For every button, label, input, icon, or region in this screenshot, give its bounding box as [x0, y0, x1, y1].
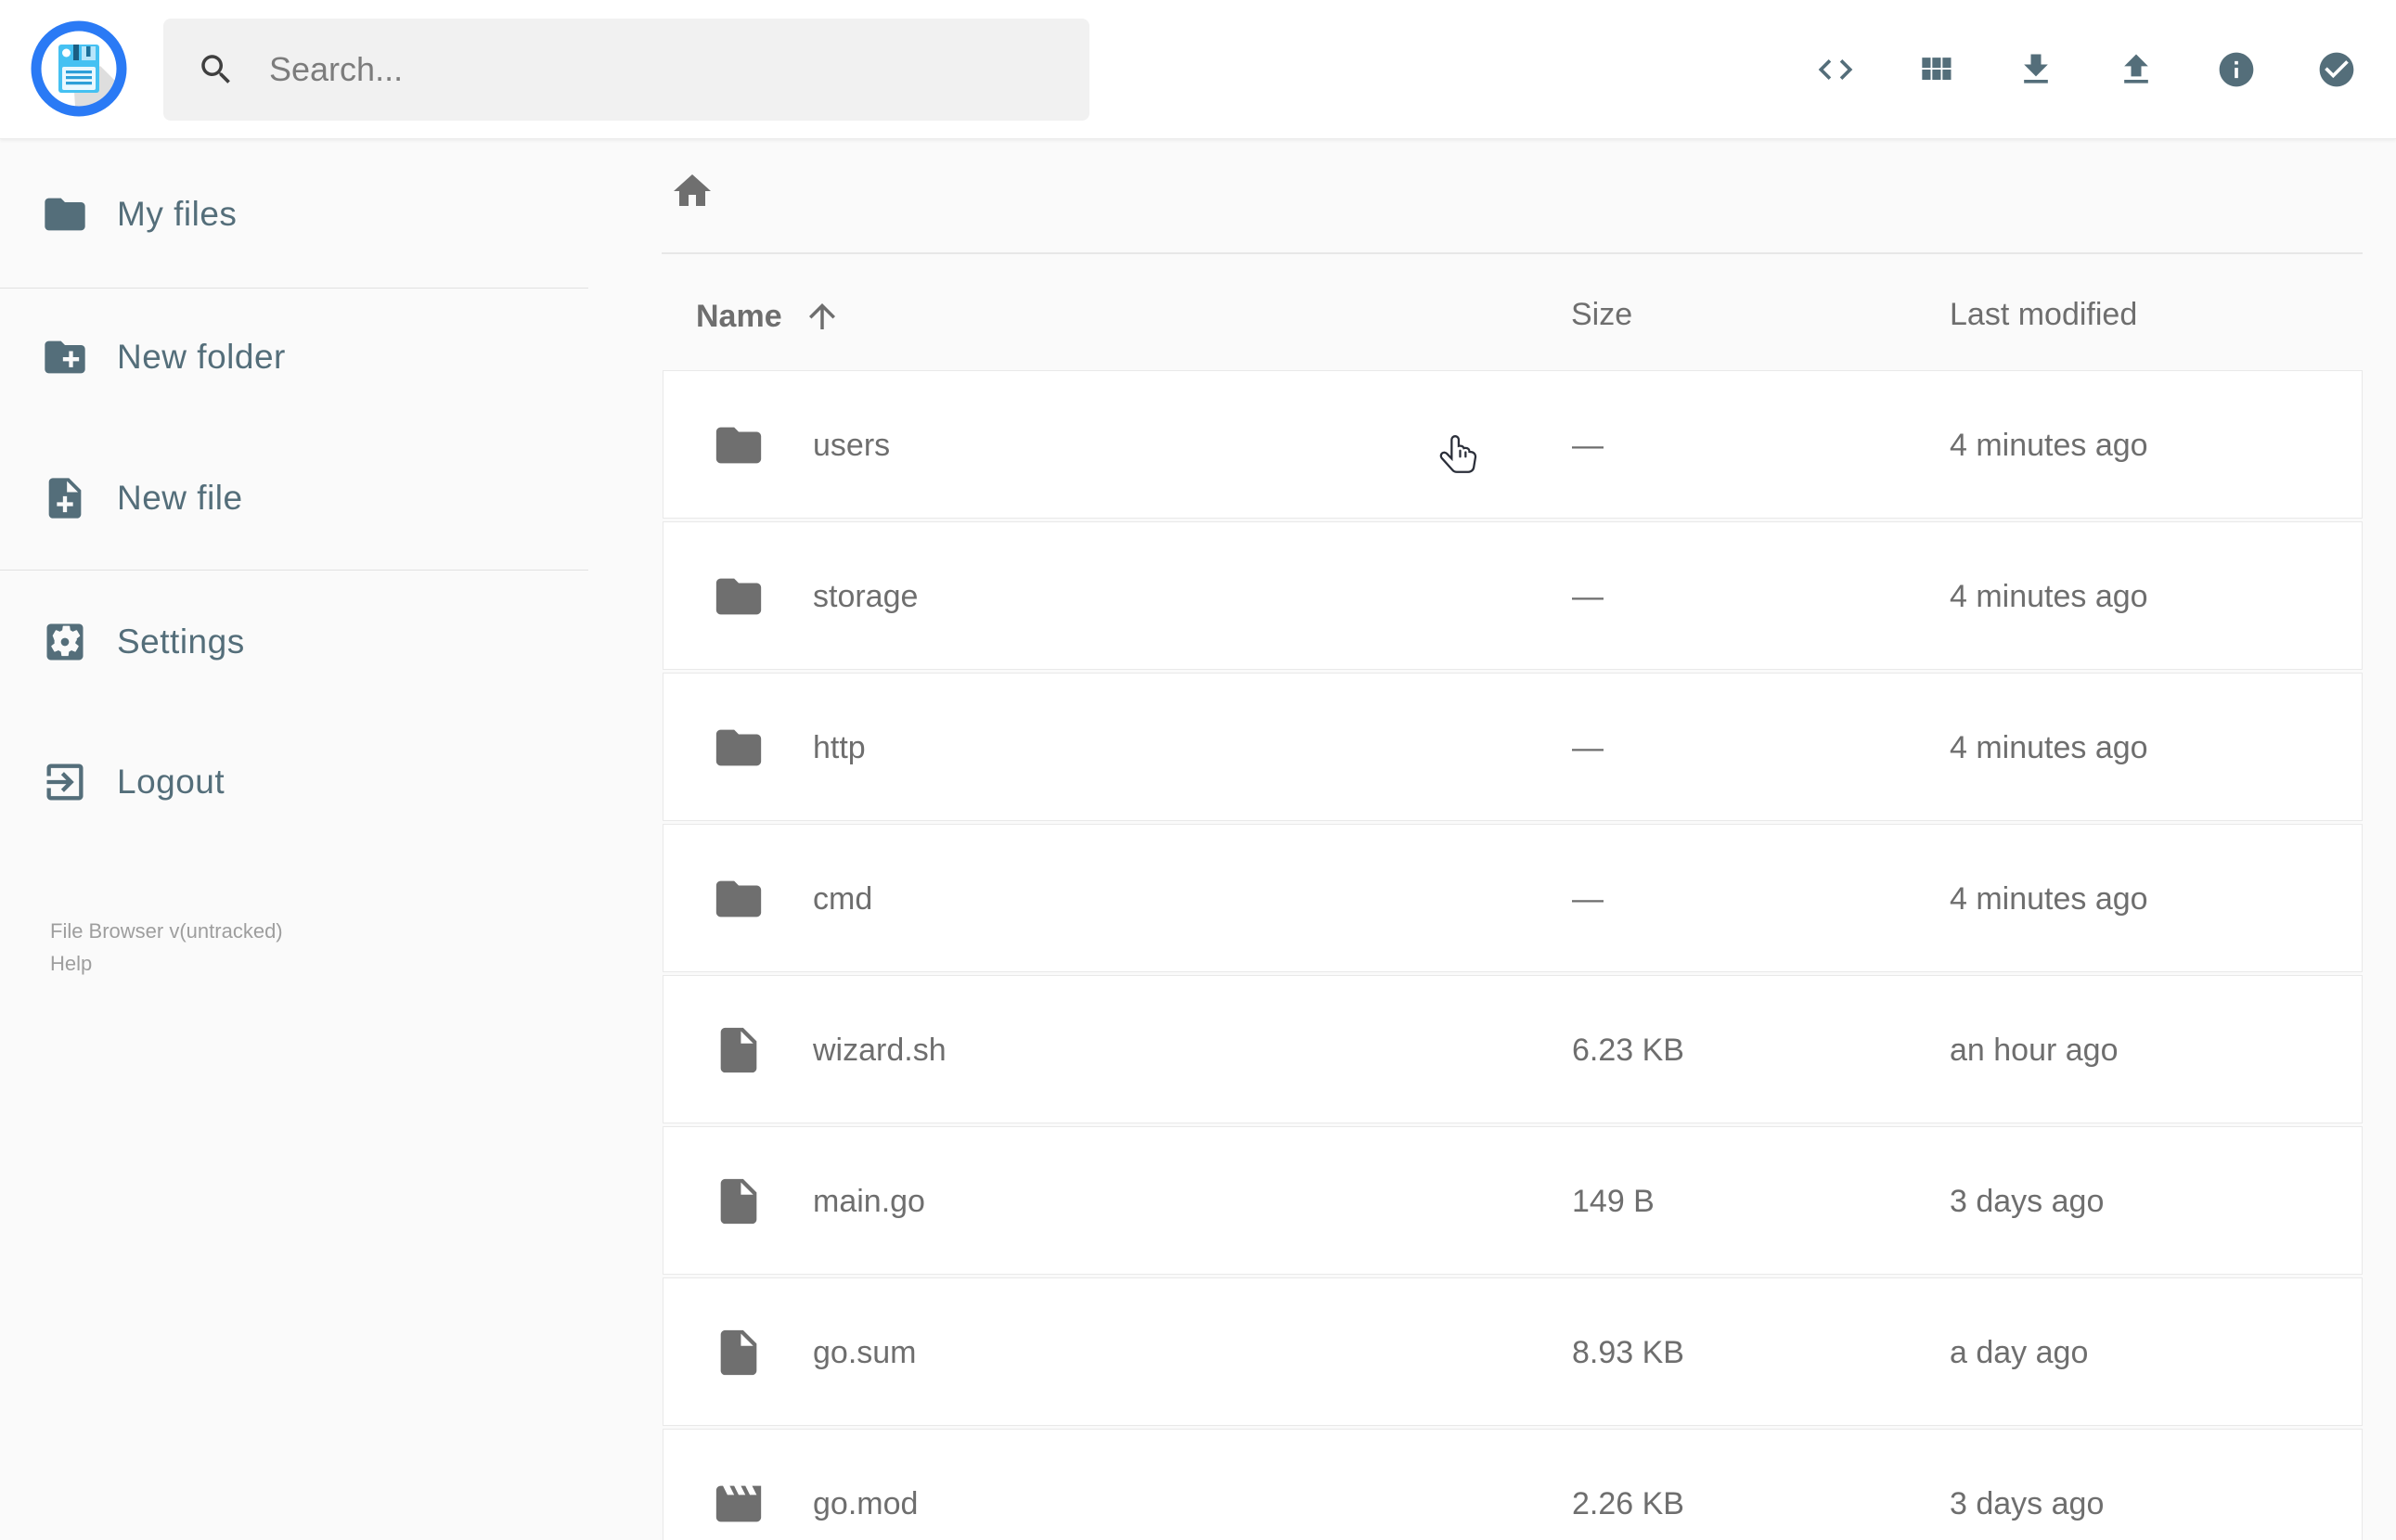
list-item-folder[interactable]: cmd — 4 minutes ago [663, 824, 2363, 972]
item-name: wizard.sh [813, 1033, 947, 1068]
listing-header: Name Size Last modified [0, 295, 2396, 338]
item-name: main.go [813, 1184, 925, 1219]
item-modified: 4 minutes ago [1950, 730, 2148, 765]
sidebar: My files New folder New file Settings Lo… [0, 139, 588, 1540]
item-size: — [1572, 881, 1604, 917]
item-modified: 3 days ago [1950, 1486, 2105, 1521]
item-modified: 4 minutes ago [1950, 881, 2148, 917]
sidebar-divider [0, 570, 588, 571]
file-plus-icon [41, 474, 89, 522]
list-item-folder[interactable]: users — 4 minutes ago [663, 370, 2363, 519]
code-brackets-icon [1815, 49, 1856, 90]
folder-icon [712, 418, 766, 472]
download-button[interactable] [2016, 49, 2056, 90]
breadcrumb-divider [662, 252, 2363, 254]
search-icon [197, 50, 236, 89]
column-header-size[interactable]: Size [1571, 297, 1632, 333]
upload-icon [2116, 49, 2157, 90]
item-size: — [1572, 428, 1604, 463]
file-listing: users — 4 minutes ago storage — 4 minute… [663, 370, 2364, 1540]
sidebar-item-label: Logout [117, 763, 225, 801]
folder-icon [712, 721, 766, 775]
file-icon [712, 1174, 766, 1228]
folder-icon [712, 570, 766, 623]
item-size: 2.26 KB [1572, 1486, 1684, 1521]
download-icon [2016, 49, 2056, 90]
item-size: 6.23 KB [1572, 1033, 1684, 1068]
info-icon [2216, 49, 2257, 90]
folder-plus-icon [41, 333, 89, 381]
movie-icon [712, 1477, 766, 1531]
search-input[interactable] [269, 50, 1030, 89]
arrow-up-icon [803, 297, 842, 336]
sidebar-item-my-files[interactable]: My files [0, 166, 588, 263]
item-name: http [813, 730, 866, 765]
list-item-folder[interactable]: http — 4 minutes ago [663, 673, 2363, 821]
item-size: 8.93 KB [1572, 1335, 1684, 1370]
header-actions [1815, 0, 2357, 139]
item-size: 149 B [1572, 1184, 1655, 1219]
floppy-disk-logo-icon [31, 20, 127, 117]
list-item-file[interactable]: go.mod 2.26 KB 3 days ago [663, 1429, 2363, 1540]
column-header-name[interactable]: Name [696, 297, 842, 336]
file-icon [712, 1326, 766, 1380]
breadcrumb-home-button[interactable] [670, 169, 715, 213]
search-bar [163, 19, 1089, 121]
item-name: users [813, 428, 891, 463]
version-text: File Browser v(untracked) [50, 919, 283, 943]
item-name: storage [813, 579, 919, 614]
home-icon [670, 169, 715, 213]
list-item-file[interactable]: wizard.sh 6.23 KB an hour ago [663, 975, 2363, 1123]
sidebar-item-settings[interactable]: Settings [0, 594, 588, 690]
item-name: go.sum [813, 1335, 917, 1370]
sidebar-footer: File Browser v(untracked) Help [50, 915, 283, 980]
item-name: cmd [813, 881, 873, 917]
column-header-modified[interactable]: Last modified [1950, 297, 2137, 333]
item-modified: a day ago [1950, 1335, 2089, 1370]
list-item-folder[interactable]: storage — 4 minutes ago [663, 521, 2363, 670]
grid-view-icon [1915, 49, 1956, 90]
item-size: — [1572, 730, 1604, 765]
folder-icon [712, 872, 766, 926]
gear-square-icon [41, 618, 89, 666]
switch-view-button[interactable] [1915, 49, 1956, 90]
sidebar-item-label: New file [117, 479, 243, 517]
sidebar-divider [0, 288, 588, 289]
file-icon [712, 1023, 766, 1077]
list-item-file[interactable]: go.sum 8.93 KB a day ago [663, 1277, 2363, 1426]
sidebar-item-label: My files [117, 195, 238, 233]
sidebar-item-logout[interactable]: Logout [0, 734, 588, 830]
check-circle-icon [2316, 49, 2357, 90]
info-button[interactable] [2216, 49, 2257, 90]
upload-button[interactable] [2116, 49, 2157, 90]
item-modified: 4 minutes ago [1950, 579, 2148, 614]
item-modified: an hour ago [1950, 1033, 2119, 1068]
help-link[interactable]: Help [50, 952, 92, 975]
exit-icon [41, 758, 89, 806]
shell-button[interactable] [1815, 49, 1856, 90]
item-name: go.mod [813, 1486, 919, 1521]
sidebar-item-label: Settings [117, 622, 245, 661]
sidebar-item-new-file[interactable]: New file [0, 450, 588, 546]
sidebar-item-label: New folder [117, 338, 286, 376]
folder-icon [41, 190, 89, 238]
list-item-file[interactable]: main.go 149 B 3 days ago [663, 1126, 2363, 1275]
item-modified: 3 days ago [1950, 1184, 2105, 1219]
select-button[interactable] [2316, 49, 2357, 90]
item-modified: 4 minutes ago [1950, 428, 2148, 463]
filebrowser-logo [30, 19, 128, 118]
top-header [0, 0, 2396, 139]
item-size: — [1572, 579, 1604, 614]
